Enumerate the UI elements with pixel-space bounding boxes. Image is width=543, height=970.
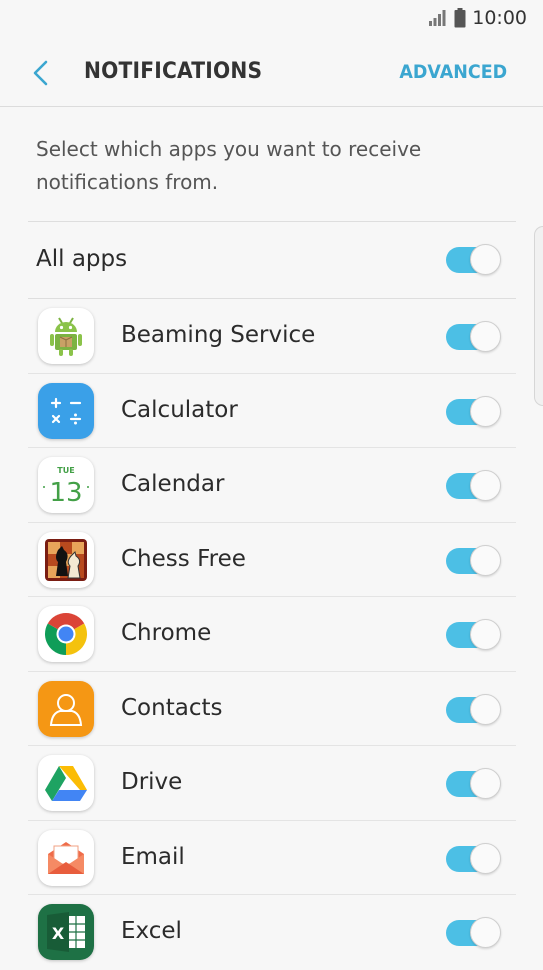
app-label: Contacts [121, 694, 223, 721]
app-row-chrome[interactable]: Chrome [28, 597, 516, 672]
app-label: Email [121, 843, 185, 870]
drive-icon [38, 755, 94, 811]
app-label: Excel [121, 918, 182, 944]
chrome-icon [38, 606, 94, 662]
app-row-contacts[interactable]: Contacts [28, 672, 516, 746]
app-row-excel[interactable]: X Excel [28, 895, 516, 970]
description-text: Select which apps you want to receive no… [36, 137, 422, 194]
app-toggle[interactable] [446, 318, 502, 352]
svg-text:TUE: TUE [57, 466, 74, 475]
all-apps-toggle[interactable] [446, 241, 502, 275]
app-toggle[interactable] [446, 542, 502, 576]
app-label: Chess Free [121, 545, 246, 572]
svg-text:X: X [52, 924, 65, 943]
calendar-icon: TUE 13 [38, 457, 94, 513]
app-toggle[interactable] [446, 840, 502, 874]
app-toggle[interactable] [446, 691, 502, 725]
android-robot-icon [38, 308, 94, 364]
chess-icon [38, 531, 94, 588]
page-title: NOTIFICATIONS [84, 59, 263, 84]
email-icon [38, 829, 94, 886]
all-apps-row[interactable]: All apps [28, 222, 516, 298]
back-arrow-icon [33, 60, 48, 86]
signal-icon [429, 10, 446, 26]
app-row-beaming-service[interactable]: Beaming Service [28, 299, 516, 374]
app-toggle[interactable] [446, 616, 502, 650]
calculator-icon [38, 382, 94, 439]
app-toggle[interactable] [446, 765, 502, 799]
app-label: Chrome [121, 620, 212, 646]
app-bar: NOTIFICATIONS ADVANCED [0, 37, 543, 107]
app-row-drive[interactable]: Drive [28, 746, 516, 821]
advanced-button[interactable]: ADVANCED [399, 61, 507, 83]
app-row-calendar[interactable]: TUE 13 Calendar [28, 448, 516, 523]
app-label: Drive [121, 769, 183, 795]
app-label: Calculator [121, 396, 238, 423]
app-row-chess-free[interactable]: Chess Free [28, 523, 516, 597]
back-button[interactable] [26, 56, 56, 90]
status-bar: 10:00 [0, 0, 543, 37]
svg-text:13: 13 [49, 478, 82, 508]
excel-icon: X [38, 904, 94, 960]
contacts-icon [38, 680, 94, 737]
app-list: Beaming Service Calculator TUE 13 Calend… [28, 299, 516, 970]
app-row-calculator[interactable]: Calculator [28, 374, 516, 448]
status-time: 10:00 [472, 7, 527, 29]
app-label: Calendar [121, 471, 225, 497]
app-toggle[interactable] [446, 393, 502, 427]
app-toggle[interactable] [446, 467, 502, 501]
battery-icon [454, 8, 466, 28]
app-toggle[interactable] [446, 914, 502, 948]
edge-panel-handle[interactable] [534, 226, 543, 406]
all-apps-label: All apps [36, 246, 128, 272]
app-row-email[interactable]: Email [28, 821, 516, 895]
app-label: Beaming Service [121, 322, 316, 348]
